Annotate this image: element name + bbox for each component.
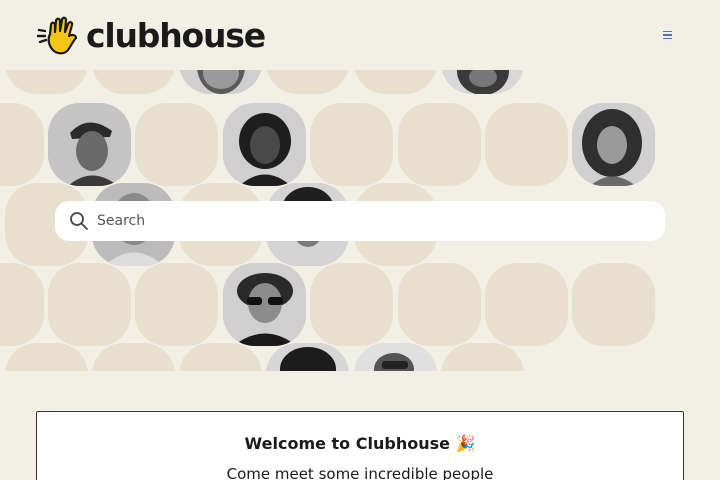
waving-hand-icon xyxy=(36,16,78,55)
avatar-placeholder xyxy=(0,263,44,346)
avatar[interactable] xyxy=(266,343,349,371)
avatar-placeholder xyxy=(0,103,44,186)
header: clubhouse xyxy=(0,0,720,70)
avatar[interactable] xyxy=(572,103,655,186)
hamburger-menu-icon[interactable] xyxy=(656,26,678,44)
avatar[interactable] xyxy=(179,70,262,94)
avatar-placeholder xyxy=(485,103,568,186)
avatar-placeholder xyxy=(398,103,481,186)
avatar-placeholder xyxy=(266,70,349,94)
logo[interactable]: clubhouse xyxy=(36,16,266,56)
avatar-placeholder xyxy=(310,263,393,346)
search-icon xyxy=(70,212,88,230)
avatar-placeholder xyxy=(354,70,437,94)
avatar-placeholder xyxy=(48,263,131,346)
search-bar xyxy=(55,201,665,241)
welcome-card: Welcome to Clubhouse 🎉 Come meet some in… xyxy=(36,411,684,480)
avatar-placeholder xyxy=(485,263,568,346)
welcome-subtitle: Come meet some incredible people xyxy=(226,465,494,480)
welcome-title: Welcome to Clubhouse 🎉 xyxy=(244,434,476,453)
avatar-placeholder xyxy=(398,263,481,346)
avatar-placeholder xyxy=(572,263,655,346)
avatar-placeholder xyxy=(135,263,218,346)
search-input[interactable] xyxy=(97,206,637,236)
avatar-placeholder xyxy=(5,70,88,94)
avatar-placeholder xyxy=(179,343,262,371)
avatar-placeholder xyxy=(92,70,175,94)
avatar[interactable] xyxy=(223,263,306,346)
logo-text: clubhouse xyxy=(86,16,266,55)
avatar[interactable] xyxy=(441,70,524,94)
avatar-placeholder xyxy=(310,103,393,186)
avatar-placeholder xyxy=(92,343,175,371)
avatar[interactable] xyxy=(48,103,131,186)
avatar[interactable] xyxy=(354,343,437,371)
avatar-placeholder xyxy=(441,343,524,371)
avatar-placeholder xyxy=(5,343,88,371)
avatar-placeholder xyxy=(135,103,218,186)
avatar[interactable] xyxy=(223,103,306,186)
